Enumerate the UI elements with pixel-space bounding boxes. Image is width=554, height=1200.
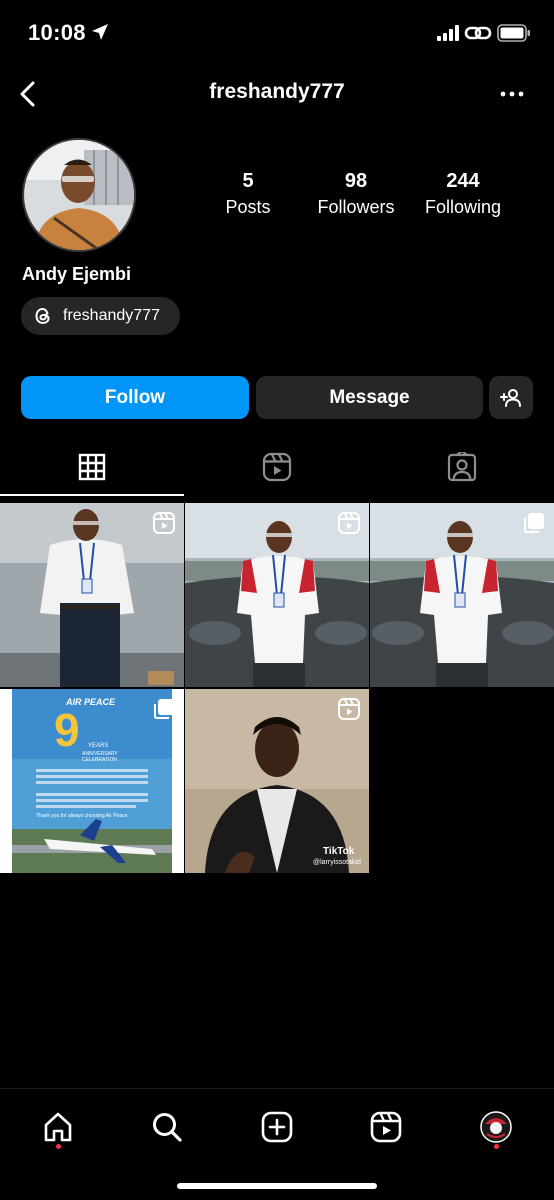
profile-tabs [0,440,554,496]
home-notification-dot [56,1144,61,1149]
airpeace-anniversary: ANNIVERSARY CELEBRATION [82,751,118,763]
airpeace-nine: 9 [54,704,80,756]
reel-badge-icon [153,512,175,534]
following-count: 244 [446,170,480,192]
posts-label: Posts [225,197,271,217]
page-title: freshandy777 [209,80,345,103]
create-icon [261,1111,293,1143]
following-stat[interactable]: 244 Following [413,170,513,218]
reel-badge-icon [338,698,360,720]
tab-reels[interactable] [185,440,369,494]
home-icon [44,1112,72,1142]
airpeace-years: YEARS [88,743,109,749]
profile-stats: 5 Posts 98 Followers 244 Following [196,170,526,230]
location-arrow-icon [92,24,108,40]
followers-stat[interactable]: 98 Followers [306,170,406,218]
reel-badge-icon [338,512,360,534]
cellular-signal-icon [437,25,459,41]
avatar-photo [24,140,134,250]
followers-count: 98 [344,170,368,192]
post-thumbnail-3[interactable] [370,503,554,687]
tab-tagged[interactable] [370,440,554,494]
followers-label: Followers [317,197,395,217]
posts-count: 5 [242,170,254,192]
battery-icon [497,24,530,42]
carousel-badge-icon [154,699,174,719]
profile-avatar-icon [480,1111,512,1143]
post-thumbnail-5[interactable]: TikTok @larryissotakid [185,689,369,873]
home-indicator [177,1183,377,1189]
tab-posts-grid[interactable] [0,440,184,494]
reels-icon [370,1111,402,1143]
active-tab-indicator [0,494,184,496]
search-icon [153,1113,182,1142]
follow-button[interactable]: Follow [21,376,249,419]
message-button[interactable]: Message [256,376,483,419]
threads-icon [35,307,50,325]
display-name: Andy Ejembi [22,264,132,284]
profile-avatar[interactable] [22,138,136,252]
nav-search[interactable] [139,1103,195,1151]
following-label: Following [424,197,502,217]
status-time: 10:08 [28,20,86,45]
suggested-users-button[interactable] [489,376,533,419]
tiktok-watermark: TikTok [323,846,355,857]
post-thumbnail-4[interactable]: AIR PEACE 9 YEARS ANNIVERSARY CELEBRATIO… [0,689,184,873]
grid-icon [78,453,106,481]
profile-header: freshandy777 [0,68,554,120]
threads-handle: freshandy777 [63,307,160,324]
airpeace-thanks: Thank you for always choosing Air Peace. [36,813,129,819]
more-options-button[interactable] [492,76,532,112]
post-thumbnail-1[interactable] [0,503,184,687]
tagged-icon [447,452,477,482]
threads-badge[interactable]: freshandy777 [21,297,180,335]
profile-notification-dot [494,1144,499,1149]
reels-icon [262,452,292,482]
personal-hotspot-icon [464,26,492,40]
posts-stat[interactable]: 5 Posts [198,170,298,218]
add-person-icon [500,388,521,407]
tiktok-handle: @larryissotakid [313,859,361,866]
status-bar: 10:08 [0,0,554,64]
nav-create[interactable] [249,1103,305,1151]
carousel-badge-icon [524,513,544,533]
more-horizontal-icon [500,91,524,97]
nav-reels[interactable] [358,1103,414,1151]
post-thumbnail-2[interactable] [185,503,369,687]
